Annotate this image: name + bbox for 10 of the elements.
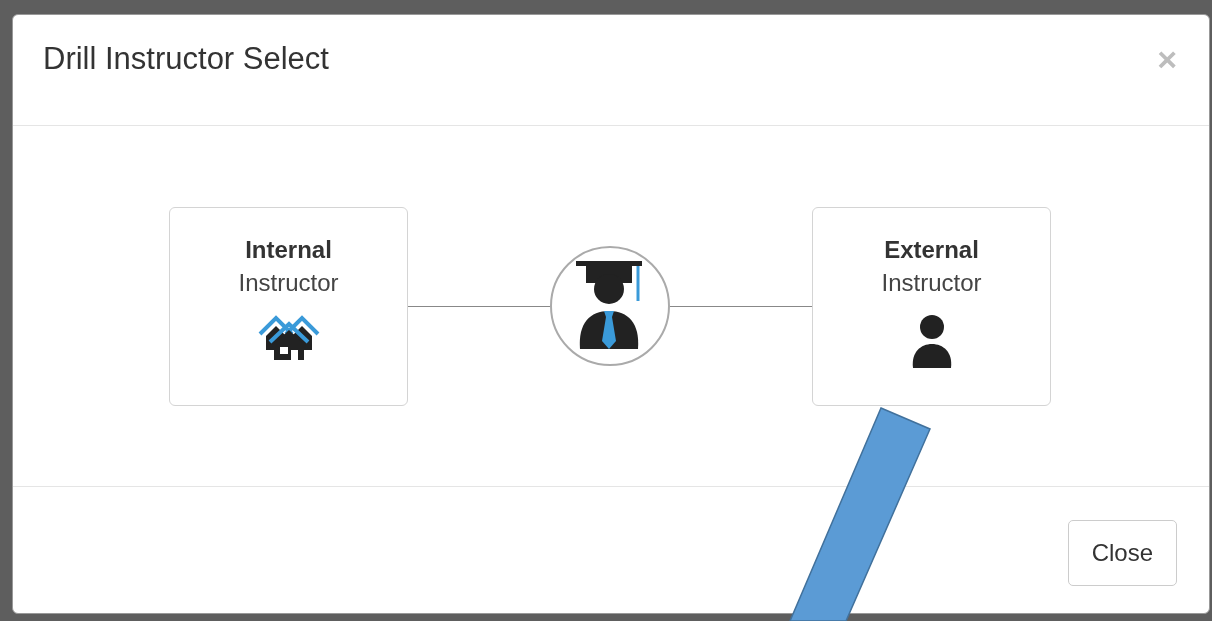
option-subtitle: Instructor	[881, 267, 982, 298]
graduate-icon	[576, 261, 644, 351]
dialog-title: Drill Instructor Select	[43, 41, 329, 77]
option-title: Internal	[245, 234, 332, 265]
option-card[interactable]: External Instructor	[812, 206, 1051, 406]
person-icon	[910, 313, 953, 370]
option-card[interactable]: Internal Instructor	[169, 206, 408, 406]
option-subtitle: Instructor	[238, 267, 339, 298]
option-title: External	[884, 234, 979, 265]
close-button[interactable]: Close	[1067, 520, 1177, 586]
